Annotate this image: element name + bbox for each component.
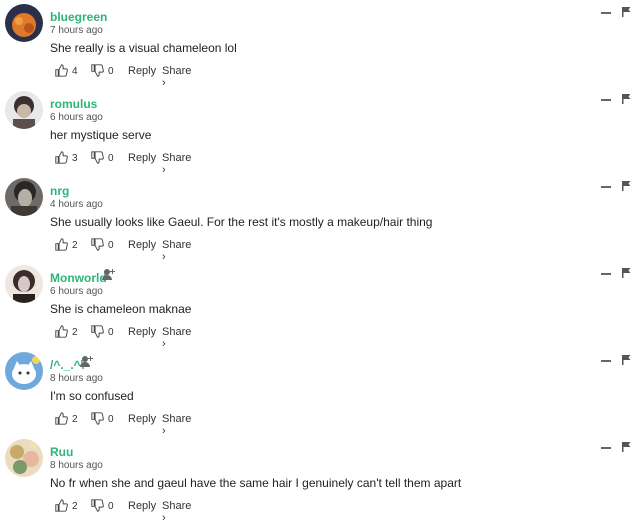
comment-text: No fr when she and gaeul have the same h…: [50, 476, 462, 490]
dislike-count: 0: [108, 414, 114, 425]
avatar[interactable]: [5, 91, 43, 129]
minus-icon[interactable]: [601, 273, 611, 275]
comment-text: her mystique serve: [50, 128, 152, 142]
avatar[interactable]: [5, 352, 43, 390]
thumbs-down-icon: [91, 325, 104, 338]
dislike-button[interactable]: [91, 64, 104, 77]
thumbs-up-icon: [55, 325, 68, 338]
comment: nrg 4 hours ago She usually looks like G…: [0, 174, 640, 263]
like-count: 2: [72, 240, 78, 251]
comment: romulus 6 hours ago her mystique serve 3…: [0, 87, 640, 176]
dislike-button[interactable]: [91, 151, 104, 164]
minus-icon[interactable]: [601, 447, 611, 449]
flag-icon[interactable]: [622, 181, 631, 191]
dislike-count: 0: [108, 327, 114, 338]
minus-icon[interactable]: [601, 360, 611, 362]
dislike-count: 0: [108, 66, 114, 77]
reply-button[interactable]: Reply: [128, 239, 156, 251]
timestamp: 8 hours ago: [50, 373, 103, 384]
thumbs-down-icon: [91, 238, 104, 251]
username[interactable]: bluegreen: [50, 10, 107, 24]
share-button[interactable]: Share ›: [162, 500, 191, 524]
dislike-button[interactable]: [91, 412, 104, 425]
flag-icon[interactable]: [622, 442, 631, 452]
share-button[interactable]: Share ›: [162, 65, 191, 89]
like-count: 3: [72, 153, 78, 164]
like-button[interactable]: [55, 64, 68, 77]
share-button[interactable]: Share ›: [162, 413, 191, 437]
comment-text: She is chameleon maknae: [50, 302, 192, 316]
thumbs-up-icon: [55, 412, 68, 425]
reply-button[interactable]: Reply: [128, 500, 156, 512]
flag-icon[interactable]: [622, 355, 631, 365]
dislike-button[interactable]: [91, 238, 104, 251]
thumbs-down-icon: [91, 499, 104, 512]
comment: /^._.^\ 8 hours ago I'm so confused 2 0 …: [0, 348, 640, 437]
dislike-count: 0: [108, 501, 114, 512]
username[interactable]: romulus: [50, 97, 97, 111]
comment: Monworld 6 hours ago She is chameleon ma…: [0, 261, 640, 350]
minus-icon[interactable]: [601, 99, 611, 101]
comment: bluegreen 7 hours ago She really is a vi…: [0, 0, 640, 89]
timestamp: 4 hours ago: [50, 199, 103, 210]
thumbs-down-icon: [91, 64, 104, 77]
thumbs-up-icon: [55, 238, 68, 251]
username[interactable]: nrg: [50, 184, 69, 198]
like-count: 2: [72, 414, 78, 425]
reply-button[interactable]: Reply: [128, 65, 156, 77]
flag-icon[interactable]: [622, 7, 631, 17]
add-user-icon[interactable]: [80, 354, 94, 368]
reply-button[interactable]: Reply: [128, 413, 156, 425]
dislike-button[interactable]: [91, 325, 104, 338]
timestamp: 6 hours ago: [50, 286, 103, 297]
flag-icon[interactable]: [622, 94, 631, 104]
share-button[interactable]: Share ›: [162, 152, 191, 176]
dislike-count: 0: [108, 153, 114, 164]
thumbs-up-icon: [55, 64, 68, 77]
dislike-button[interactable]: [91, 499, 104, 512]
like-button[interactable]: [55, 238, 68, 251]
reply-button[interactable]: Reply: [128, 152, 156, 164]
avatar[interactable]: [5, 439, 43, 477]
comment-text: She really is a visual chameleon lol: [50, 41, 237, 55]
like-count: 2: [72, 501, 78, 512]
comment-text: I'm so confused: [50, 389, 134, 403]
avatar[interactable]: [5, 178, 43, 216]
thumbs-down-icon: [91, 412, 104, 425]
thumbs-down-icon: [91, 151, 104, 164]
thumbs-up-icon: [55, 499, 68, 512]
comment-text: She usually looks like Gaeul. For the re…: [50, 215, 433, 229]
avatar[interactable]: [5, 4, 43, 42]
dislike-count: 0: [108, 240, 114, 251]
like-count: 4: [72, 66, 78, 77]
like-button[interactable]: [55, 151, 68, 164]
share-button[interactable]: Share ›: [162, 239, 191, 263]
minus-icon[interactable]: [601, 186, 611, 188]
timestamp: 8 hours ago: [50, 460, 103, 471]
like-count: 2: [72, 327, 78, 338]
username[interactable]: Monworld: [50, 271, 107, 285]
share-button[interactable]: Share ›: [162, 326, 191, 350]
reply-button[interactable]: Reply: [128, 326, 156, 338]
add-user-icon[interactable]: [102, 267, 116, 281]
like-button[interactable]: [55, 499, 68, 512]
minus-icon[interactable]: [601, 12, 611, 14]
like-button[interactable]: [55, 325, 68, 338]
flag-icon[interactable]: [622, 268, 631, 278]
timestamp: 7 hours ago: [50, 25, 103, 36]
avatar[interactable]: [5, 265, 43, 303]
thumbs-up-icon: [55, 151, 68, 164]
like-button[interactable]: [55, 412, 68, 425]
username[interactable]: Ruu: [50, 445, 73, 459]
comment: Ruu 8 hours ago No fr when she and gaeul…: [0, 435, 640, 524]
timestamp: 6 hours ago: [50, 112, 103, 123]
username[interactable]: /^._.^\: [50, 358, 84, 372]
